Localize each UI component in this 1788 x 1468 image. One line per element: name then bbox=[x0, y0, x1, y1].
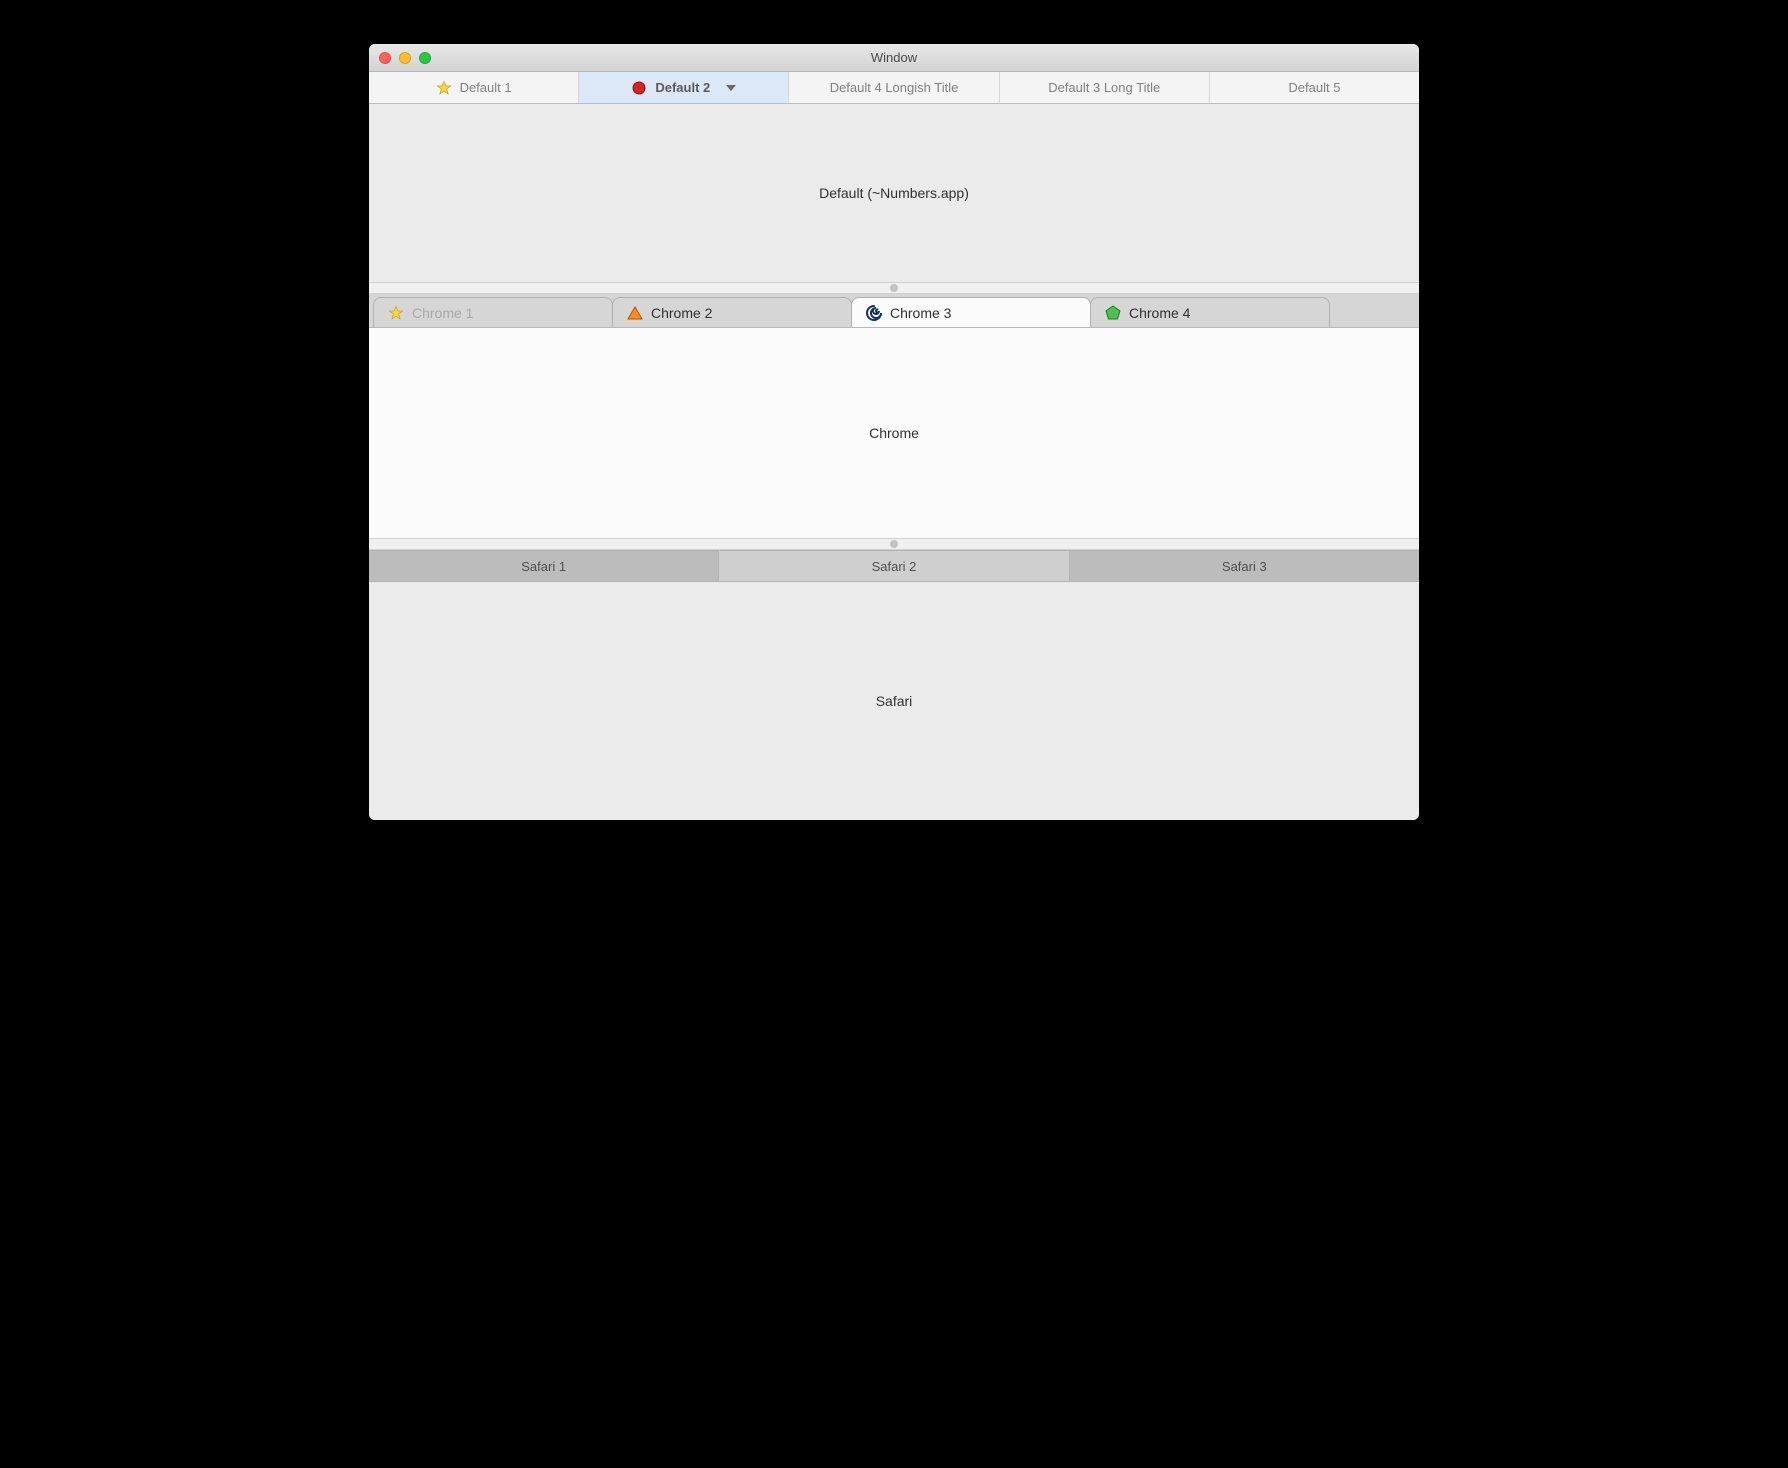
star-icon bbox=[436, 80, 452, 96]
tab-default-2[interactable]: Default 2 bbox=[579, 72, 789, 103]
titlebar: Window bbox=[369, 44, 1419, 72]
tab-chrome-2[interactable]: Chrome 2 bbox=[612, 297, 852, 327]
chrome-panel: Chrome bbox=[369, 328, 1419, 538]
tab-chrome-3[interactable]: Chrome 3 bbox=[851, 297, 1091, 327]
tab-label: Default 4 Longish Title bbox=[830, 80, 959, 95]
tab-label: Safari 3 bbox=[1222, 559, 1267, 574]
star-icon bbox=[388, 305, 404, 321]
default-tabbar: Default 1 Default 2 Default 4 Longish Ti… bbox=[369, 72, 1419, 104]
tab-safari-3[interactable]: Safari 3 bbox=[1070, 551, 1419, 581]
default-panel-label: Default (~Numbers.app) bbox=[819, 185, 969, 201]
tab-label: Chrome 2 bbox=[651, 305, 712, 321]
safari-tabbar: Safari 1 Safari 2 Safari 3 bbox=[369, 550, 1419, 582]
window: Window Default 1 Default 2 Default 4 Lon… bbox=[369, 44, 1419, 820]
chrome-panel-label: Chrome bbox=[869, 425, 919, 441]
tab-chrome-4[interactable]: Chrome 4 bbox=[1090, 297, 1330, 327]
tab-safari-2[interactable]: Safari 2 bbox=[719, 551, 1069, 581]
tab-default-5[interactable]: Default 5 bbox=[1210, 72, 1419, 103]
safari-panel: Safari bbox=[369, 582, 1419, 820]
pentagon-green-icon bbox=[1105, 305, 1121, 321]
window-title: Window bbox=[369, 50, 1419, 65]
chrome-tabbar: Chrome 1 Chrome 2 Chrome 3 Chrome 4 bbox=[369, 294, 1419, 328]
tab-label: Default 1 bbox=[460, 80, 512, 95]
tab-label: Chrome 3 bbox=[890, 305, 951, 321]
chevron-down-icon[interactable] bbox=[726, 85, 736, 91]
tab-label: Safari 1 bbox=[521, 559, 566, 574]
default-panel: Default (~Numbers.app) bbox=[369, 104, 1419, 282]
tab-label: Chrome 1 bbox=[412, 305, 473, 321]
tab-label: Default 3 Long Title bbox=[1048, 80, 1160, 95]
tab-label: Chrome 4 bbox=[1129, 305, 1190, 321]
tab-label: Default 2 bbox=[655, 80, 710, 95]
safari-panel-label: Safari bbox=[876, 693, 913, 709]
split-handle-1[interactable] bbox=[369, 282, 1419, 294]
grip-icon bbox=[890, 540, 898, 548]
tab-default-3[interactable]: Default 3 Long Title bbox=[1000, 72, 1210, 103]
triangle-orange-icon bbox=[627, 305, 643, 321]
tab-label: Default 5 bbox=[1288, 80, 1340, 95]
traffic-lights bbox=[369, 52, 431, 64]
grip-icon bbox=[890, 284, 898, 292]
tab-default-1[interactable]: Default 1 bbox=[369, 72, 579, 103]
zoom-button[interactable] bbox=[419, 52, 431, 64]
tab-safari-1[interactable]: Safari 1 bbox=[369, 551, 719, 581]
tab-chrome-1[interactable]: Chrome 1 bbox=[373, 297, 613, 327]
minimize-button[interactable] bbox=[399, 52, 411, 64]
split-handle-2[interactable] bbox=[369, 538, 1419, 550]
spiral-icon bbox=[866, 305, 882, 321]
close-button[interactable] bbox=[379, 52, 391, 64]
circle-red-icon bbox=[631, 80, 647, 96]
tab-label: Safari 2 bbox=[872, 559, 917, 574]
tab-default-4[interactable]: Default 4 Longish Title bbox=[789, 72, 999, 103]
